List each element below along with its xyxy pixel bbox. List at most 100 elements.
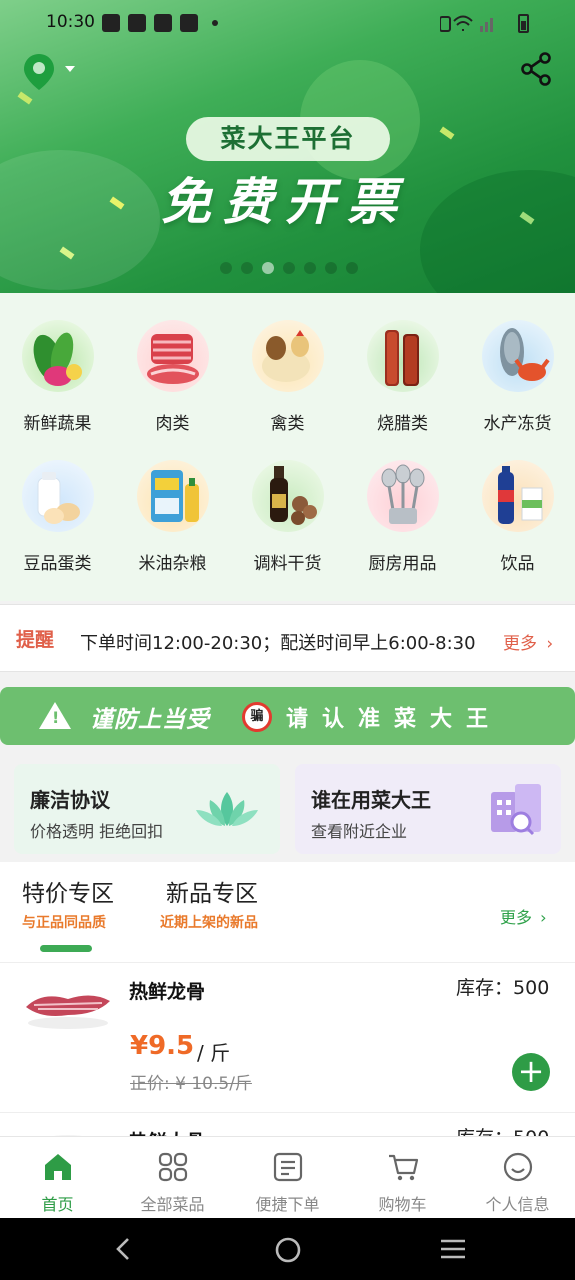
notice-more-label: 更多: [503, 634, 537, 654]
nav-quick-order[interactable]: 便捷下单: [230, 1137, 345, 1219]
more-notifications-icon: [212, 20, 218, 26]
original-price: 正价: ¥ 10.5/斤: [130, 1074, 252, 1094]
nav-label: 便捷下单: [255, 1195, 320, 1214]
category-kitchen-utensils[interactable]: 厨房用品: [345, 433, 460, 574]
notification-icon: [128, 14, 146, 32]
stock-label: 库存：: [456, 977, 514, 999]
back-icon[interactable]: [112, 1236, 134, 1262]
notice-bar[interactable]: 提醒 下单时间12:00-20:30；配送时间早上6:00-8:30 更多 ›: [0, 604, 575, 672]
category-label: 调料干货: [253, 554, 322, 574]
category-eggs-dairy[interactable]: 豆品蛋类: [0, 433, 115, 574]
category-cured-meat[interactable]: 烧腊类: [345, 293, 460, 434]
seafood-icon: [482, 320, 554, 392]
banner-headline: 免费开票: [161, 173, 409, 231]
currency-symbol: ¥: [130, 1031, 149, 1061]
card-subtitle: 价格透明 拒绝回扣: [30, 822, 164, 841]
category-rice-oil[interactable]: 米油杂粮: [115, 433, 230, 574]
nav-label: 购物车: [378, 1195, 427, 1214]
category-label: 厨房用品: [368, 554, 437, 574]
nav-profile[interactable]: 个人信息: [460, 1137, 575, 1219]
order-list-icon: [273, 1152, 303, 1182]
carousel-dot[interactable]: [283, 262, 295, 274]
grid-icon: [158, 1152, 188, 1182]
category-grid: 新鲜蔬果 肉类 禽类 烧腊类 水产冻货 豆品蛋类 米油杂粮 调料干货 厨房用品 …: [0, 293, 575, 601]
carousel-dot[interactable]: [325, 262, 337, 274]
nav-home[interactable]: 首页: [0, 1137, 115, 1219]
carousel-indicator: [220, 262, 358, 274]
lotus-icon: [196, 792, 258, 826]
tabs-more-label: 更多: [500, 908, 533, 927]
share-icon: [521, 52, 551, 86]
category-meat[interactable]: 肉类: [115, 293, 230, 434]
add-to-cart-button[interactable]: +: [512, 1053, 550, 1091]
category-vegetables-fruit[interactable]: 新鲜蔬果: [0, 293, 115, 434]
recents-menu-icon[interactable]: [440, 1236, 466, 1262]
chevron-down-icon: [65, 66, 75, 72]
category-beverage[interactable]: 饮品: [460, 433, 575, 574]
product-name: 热鲜龙骨: [129, 981, 206, 1003]
hero-banner[interactable]: 10:30 菜大王平台 免费开票: [0, 0, 575, 293]
share-button[interactable]: [520, 52, 554, 86]
location-button[interactable]: [22, 52, 78, 92]
kitchen-utensils-icon: [367, 460, 439, 532]
carousel-dot[interactable]: [304, 262, 316, 274]
banner-decoration: [17, 91, 33, 105]
carousel-dot[interactable]: [220, 262, 232, 274]
price-unit: / 斤: [197, 1041, 231, 1065]
chevron-right-icon: ›: [540, 908, 547, 927]
product-price: ¥9.5: [130, 1031, 194, 1061]
status-time: 10:30: [46, 12, 95, 32]
product-stock: 库存：500: [456, 973, 549, 1000]
building-search-icon: [491, 784, 541, 836]
signal-wifi-icon: [440, 15, 493, 32]
category-poultry[interactable]: 禽类: [230, 293, 345, 434]
cured-meat-icon: [367, 320, 439, 392]
battery-icon: [518, 14, 529, 33]
who-uses-card[interactable]: 谁在用菜大王 查看附近企业: [295, 764, 561, 854]
carousel-dot-active[interactable]: [262, 262, 274, 274]
tab-special-offer[interactable]: 特价专区 与正品同品质: [22, 874, 114, 932]
poultry-icon: [252, 320, 324, 392]
product-list: 热鲜龙骨 库存：500 ¥9.5 / 斤 正价: ¥ 10.5/斤 + 热鲜大骨…: [0, 962, 575, 1138]
price-value: 9.5: [148, 1031, 195, 1061]
product-item[interactable]: 热鲜龙骨 库存：500 ¥9.5 / 斤 正价: ¥ 10.5/斤 +: [0, 963, 575, 1113]
system-navigation-bar: [0, 1218, 575, 1280]
category-label: 豆品蛋类: [23, 554, 92, 574]
tab-description: 近期上架的新品: [160, 915, 258, 931]
bottom-navigation: 首页 全部菜品 便捷下单 购物车 个人信息: [0, 1136, 575, 1218]
anti-fraud-banner[interactable]: 谨防上当受 骗 请认准菜大王: [0, 687, 575, 745]
carousel-dot[interactable]: [346, 262, 358, 274]
notice-tag: 提醒: [16, 629, 55, 651]
card-subtitle: 查看附近企业: [311, 822, 408, 841]
plus-icon: +: [517, 1052, 545, 1090]
tabs-more-link[interactable]: 更多 ›: [500, 904, 547, 928]
category-label: 水产冻货: [483, 414, 552, 434]
notification-icon: [154, 14, 172, 32]
banner-decoration: [439, 126, 455, 140]
tab-title: 特价专区: [22, 881, 114, 907]
banner-decoration: [420, 170, 575, 293]
rice-oil-icon: [137, 460, 209, 532]
tab-new-products[interactable]: 新品专区 近期上架的新品: [160, 874, 258, 932]
fraud-badge: 骗: [242, 702, 272, 732]
fraud-text-secondary: 请认准菜大王: [286, 707, 503, 732]
profile-icon: [503, 1152, 533, 1182]
category-label: 饮品: [500, 554, 535, 574]
nav-cart[interactable]: 购物车: [345, 1137, 460, 1219]
card-title: 廉洁协议: [30, 788, 110, 812]
integrity-agreement-card[interactable]: 廉洁协议 价格透明 拒绝回扣: [14, 764, 280, 854]
home-circle-icon[interactable]: [274, 1236, 302, 1264]
status-bar: 10:30: [0, 0, 575, 46]
notification-icon: [102, 14, 120, 32]
category-seasoning[interactable]: 调料干货: [230, 433, 345, 574]
product-item[interactable]: 热鲜大骨 库存：500: [0, 1113, 575, 1138]
warning-icon: [39, 702, 71, 729]
nav-all-dishes[interactable]: 全部菜品: [115, 1137, 230, 1219]
carousel-dot[interactable]: [241, 262, 253, 274]
nav-label: 首页: [41, 1195, 74, 1214]
chevron-right-icon: ›: [546, 634, 554, 654]
category-seafood[interactable]: 水产冻货: [460, 293, 575, 434]
active-tab-indicator: [40, 945, 92, 952]
meat-icon: [137, 320, 209, 392]
notice-more-link[interactable]: 更多 ›: [503, 629, 553, 654]
